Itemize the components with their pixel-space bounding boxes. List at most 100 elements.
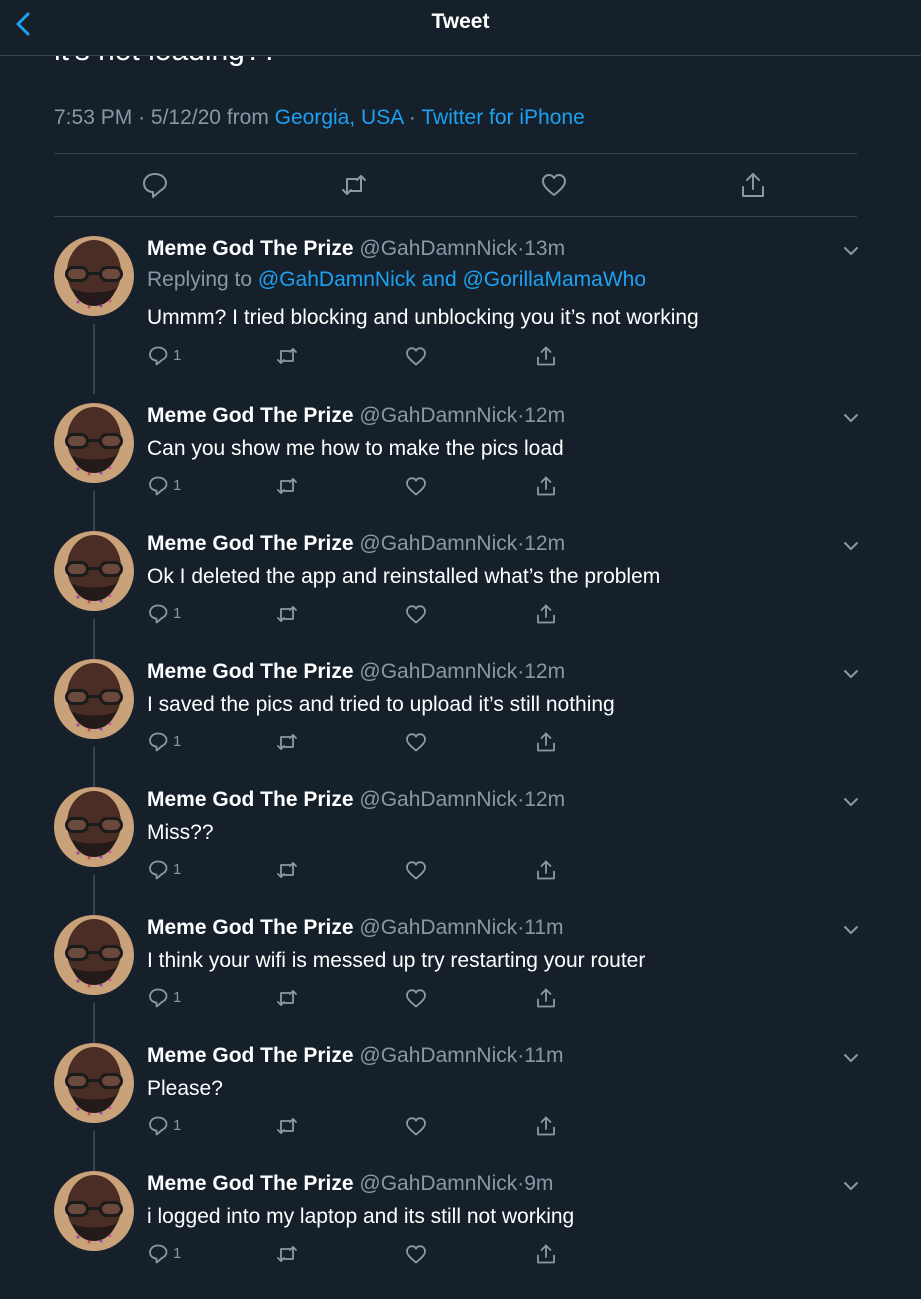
- retweet-icon[interactable]: [274, 602, 300, 626]
- replying-to-users-link[interactable]: @GahDamnNick and @GorillaMamaWho: [258, 268, 646, 291]
- user-display-name[interactable]: Meme God The Prize: [147, 532, 354, 555]
- chevron-down-icon[interactable]: [840, 919, 862, 941]
- comment-icon[interactable]: 1: [147, 602, 181, 626]
- user-handle[interactable]: @GahDamnNick: [359, 788, 517, 811]
- avatar[interactable]: [54, 531, 134, 611]
- chevron-down-icon[interactable]: [840, 1047, 862, 1069]
- like-heart-icon[interactable]: [404, 730, 428, 754]
- avatar[interactable]: [54, 236, 134, 316]
- reply-tweet[interactable]: Meme God The Prize @GahDamnNick·11m I thi…: [0, 915, 921, 1073]
- retweet-icon[interactable]: [274, 858, 300, 882]
- reply-actions: 1: [147, 858, 567, 882]
- tweet-source-link[interactable]: Twitter for iPhone: [421, 106, 584, 129]
- user-handle[interactable]: @GahDamnNick: [359, 916, 517, 939]
- user-display-name[interactable]: Meme God The Prize: [147, 1172, 354, 1195]
- comment-icon[interactable]: 1: [147, 344, 181, 368]
- user-handle[interactable]: @GahDamnNick: [359, 1044, 517, 1067]
- reply-tweet[interactable]: Meme God The Prize @GahDamnNick·12m Can y…: [0, 403, 921, 561]
- avatar[interactable]: [54, 403, 134, 483]
- user-display-name[interactable]: Meme God The Prize: [147, 1044, 354, 1067]
- replying-to: Replying to @GahDamnNick and @GorillaMam…: [147, 267, 646, 293]
- retweet-icon[interactable]: [274, 730, 300, 754]
- like-heart-icon[interactable]: [404, 858, 428, 882]
- reply-actions: 1: [147, 730, 567, 754]
- share-icon[interactable]: [534, 986, 558, 1010]
- replying-to-label: Replying to: [147, 268, 253, 291]
- user-display-name[interactable]: Meme God The Prize: [147, 916, 354, 939]
- retweet-icon[interactable]: [339, 170, 369, 200]
- reply-header: Meme God The Prize @GahDamnNick·12m: [147, 403, 565, 429]
- share-icon[interactable]: [534, 730, 558, 754]
- user-display-name[interactable]: Meme God The Prize: [147, 660, 354, 683]
- reply-tweet[interactable]: Meme God The Prize @GahDamnNick·11m Pleas…: [0, 1043, 921, 1201]
- share-icon[interactable]: [534, 602, 558, 626]
- share-icon[interactable]: [534, 474, 558, 498]
- retweet-icon[interactable]: [274, 1114, 300, 1138]
- chevron-down-icon[interactable]: [840, 407, 862, 429]
- avatar[interactable]: [54, 787, 134, 867]
- user-display-name[interactable]: Meme God The Prize: [147, 788, 354, 811]
- retweet-icon[interactable]: [274, 344, 300, 368]
- tweet-location-link[interactable]: Georgia, USA: [275, 106, 403, 129]
- like-heart-icon[interactable]: [404, 602, 428, 626]
- tweet-time: 7:53 PM: [54, 106, 133, 129]
- user-handle[interactable]: @GahDamnNick: [359, 1172, 517, 1195]
- chevron-down-icon[interactable]: [840, 535, 862, 557]
- comment-icon[interactable]: 1: [147, 730, 181, 754]
- user-handle[interactable]: @GahDamnNick: [359, 404, 517, 427]
- reply-actions: 1: [147, 602, 567, 626]
- user-handle[interactable]: @GahDamnNick: [359, 532, 517, 555]
- like-heart-icon[interactable]: [404, 474, 428, 498]
- reply-text: i logged into my laptop and its still no…: [147, 1205, 575, 1228]
- share-icon[interactable]: [738, 170, 768, 200]
- reply-tweet[interactable]: Meme God The Prize @GahDamnNick·12m I sav…: [0, 659, 921, 817]
- retweet-icon[interactable]: [274, 474, 300, 498]
- reply-timestamp: 12m: [524, 660, 566, 683]
- reply-timestamp: 12m: [524, 788, 566, 811]
- like-heart-icon[interactable]: [404, 986, 428, 1010]
- like-heart-icon[interactable]: [404, 1114, 428, 1138]
- divider: [54, 216, 857, 217]
- share-icon[interactable]: [534, 858, 558, 882]
- reply-tweet[interactable]: Meme God The Prize @GahDamnNick·12m Ok I …: [0, 531, 921, 689]
- chevron-down-icon[interactable]: [840, 1175, 862, 1197]
- reply-tweet[interactable]: Meme God The Prize @GahDamnNick·12m Miss?…: [0, 787, 921, 945]
- reply-actions: 1: [147, 344, 567, 368]
- comment-icon[interactable]: 1: [147, 1114, 181, 1138]
- reply-actions: 1: [147, 1114, 567, 1138]
- share-icon[interactable]: [534, 1114, 558, 1138]
- avatar[interactable]: [54, 1171, 134, 1251]
- user-handle[interactable]: @GahDamnNick: [359, 660, 517, 683]
- reply-icon[interactable]: [140, 170, 170, 200]
- chevron-down-icon[interactable]: [840, 663, 862, 685]
- user-display-name[interactable]: Meme God The Prize: [147, 237, 354, 260]
- comment-icon[interactable]: 1: [147, 474, 181, 498]
- share-icon[interactable]: [534, 1242, 558, 1266]
- user-handle[interactable]: @GahDamnNick: [359, 237, 517, 260]
- reply-count: 1: [173, 861, 182, 878]
- like-heart-icon[interactable]: [404, 1242, 428, 1266]
- main-tweet-actions: [54, 154, 857, 216]
- retweet-icon[interactable]: [274, 986, 300, 1010]
- like-heart-icon[interactable]: [539, 170, 569, 200]
- reply-timestamp: 11m: [524, 1044, 564, 1067]
- chevron-down-icon[interactable]: [840, 240, 862, 262]
- reply-text: Miss??: [147, 821, 214, 844]
- reply-timestamp: 12m: [524, 404, 566, 427]
- chevron-down-icon[interactable]: [840, 791, 862, 813]
- reply-count: 1: [173, 605, 182, 622]
- avatar[interactable]: [54, 659, 134, 739]
- comment-icon[interactable]: 1: [147, 858, 181, 882]
- retweet-icon[interactable]: [274, 1242, 300, 1266]
- avatar[interactable]: [54, 915, 134, 995]
- user-display-name[interactable]: Meme God The Prize: [147, 404, 354, 427]
- share-icon[interactable]: [534, 344, 558, 368]
- avatar[interactable]: [54, 1043, 134, 1123]
- comment-icon[interactable]: 1: [147, 986, 181, 1010]
- reply-tweet[interactable]: Meme God The Prize @GahDamnNick·13m Reply…: [0, 236, 921, 394]
- comment-icon[interactable]: 1: [147, 1242, 181, 1266]
- reply-header: Meme God The Prize @GahDamnNick·12m: [147, 659, 565, 685]
- reply-timestamp: 11m: [524, 916, 564, 939]
- like-heart-icon[interactable]: [404, 344, 428, 368]
- reply-actions: 1: [147, 1242, 567, 1266]
